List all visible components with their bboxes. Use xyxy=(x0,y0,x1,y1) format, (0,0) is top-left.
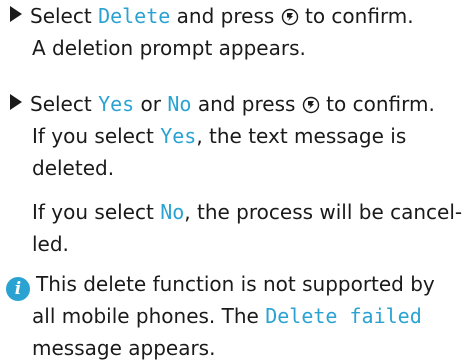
menu-item-delete: Delete xyxy=(98,4,171,28)
controller-press-icon xyxy=(281,8,298,26)
option-no: No xyxy=(167,92,192,116)
step-2-result-no-cont: led. xyxy=(32,232,69,256)
note-line-2: all mobile phones. The Delete failed xyxy=(32,304,422,328)
step-2-instruction: Select Yes or No and press to confirm. xyxy=(10,88,435,120)
step-2-result-no: If you select No, the process will be ca… xyxy=(32,200,463,224)
step-1-instruction: Select Delete and press to confirm. xyxy=(10,0,414,32)
triangle-bullet-icon xyxy=(10,6,22,22)
option-no: No xyxy=(160,200,185,224)
step-2-result-yes: If you select Yes, the text message is xyxy=(32,124,407,148)
note-line-1: i This delete function is not supported b… xyxy=(6,268,435,301)
option-yes: Yes xyxy=(98,92,135,116)
info-icon: i xyxy=(6,277,30,301)
message-delete-failed: Delete failed xyxy=(265,304,422,328)
option-yes: Yes xyxy=(160,124,197,148)
step-2-result-yes-cont: deleted. xyxy=(32,156,115,180)
step-1-result: A deletion prompt appears. xyxy=(32,36,306,60)
note-line-3: message appears. xyxy=(32,336,216,360)
triangle-bullet-icon xyxy=(10,94,22,110)
controller-press-icon xyxy=(302,96,319,114)
